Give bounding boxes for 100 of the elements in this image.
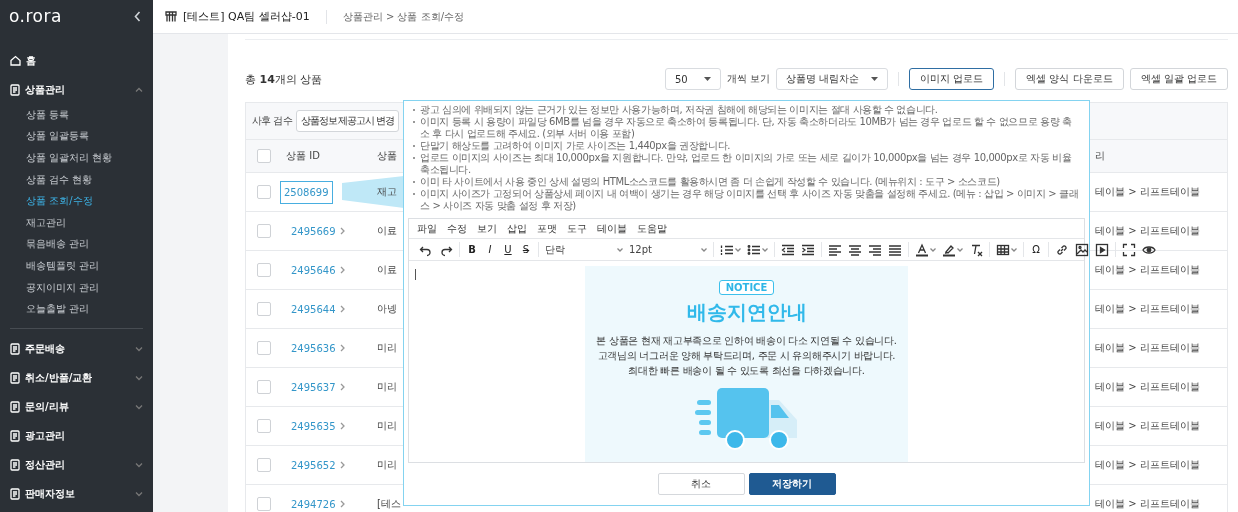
align-center-button[interactable] <box>848 242 862 257</box>
checkbox[interactable] <box>257 263 271 277</box>
table-button[interactable] <box>996 242 1017 257</box>
sidebar-subitem[interactable]: 재고관리 <box>10 211 143 234</box>
special-character-button[interactable]: Ω <box>1030 244 1042 255</box>
checkbox[interactable] <box>257 419 271 433</box>
sidebar-item[interactable]: 취소/반품/교환 <box>0 363 153 393</box>
chevron-right-icon <box>339 422 345 430</box>
logo[interactable]: o.rora <box>9 6 62 26</box>
page-size-dropdown[interactable]: 50 <box>664 68 721 90</box>
checkbox[interactable] <box>257 302 271 316</box>
sidebar-subitem[interactable]: 상품 검수 현황 <box>10 168 143 191</box>
outdent-icon <box>781 242 795 257</box>
format-button[interactable]: U <box>502 244 514 255</box>
caret-icon <box>701 247 707 252</box>
notice-change-button[interactable]: 상품정보제공고시 변경 <box>296 110 400 132</box>
format-button[interactable]: I <box>484 244 496 255</box>
checkbox[interactable] <box>257 458 271 472</box>
sidebar-subitem[interactable]: 배송템플릿 관리 <box>10 255 143 277</box>
table-cell-text: 테이블 > 리프트테이블 <box>1094 380 1201 394</box>
editor-menu-item[interactable]: 포맷 <box>537 221 557 236</box>
editor-menu-item[interactable]: 테이블 <box>597 221 627 236</box>
text-color-icon <box>915 242 929 257</box>
editor-menu-item[interactable]: 도구 <box>567 221 587 236</box>
chevron-right-icon <box>339 461 345 469</box>
align-justify-button[interactable] <box>888 242 902 257</box>
sidebar-subitem[interactable]: 상품 일괄처리 현황 <box>10 147 143 169</box>
document-icon <box>10 83 20 96</box>
checkbox[interactable] <box>257 224 271 238</box>
store-icon <box>165 11 177 22</box>
table-cell-text: 테이블 > 리프트테이블 <box>1094 341 1201 355</box>
sidebar-item[interactable]: 판매자정보 <box>0 479 153 509</box>
toolbar-button[interactable]: 엑셀 양식 다운로드 <box>1015 68 1124 90</box>
guideline-note: 이미 타 사이트에서 사용 중인 상세 설명의 HTML소스코드를 활용하시면 좀 더 손쉽게 작성할 수 있습니다. (메뉴위치 : 도구 > 소스코드) <box>412 176 1081 188</box>
editor-menu-item[interactable]: 파일 <box>417 221 437 236</box>
column-header: 상품 <box>376 149 398 163</box>
bullet-list-button[interactable] <box>747 242 768 257</box>
checkbox[interactable] <box>257 185 271 199</box>
checkbox[interactable] <box>257 497 271 511</box>
cancel-button[interactable]: 취소 <box>657 473 745 495</box>
align-right-button[interactable] <box>868 242 882 257</box>
sort-dropdown[interactable]: 상품명 내림차순 <box>776 68 889 90</box>
checkbox[interactable] <box>257 341 271 355</box>
table-cell-text: 미리 <box>376 419 398 433</box>
sidebar-item[interactable]: 광고관리 <box>0 421 153 451</box>
caret-icon <box>1011 247 1017 252</box>
caret-icon <box>617 247 623 252</box>
sidebar-subitem[interactable]: 상품 일괄등록 <box>10 125 143 148</box>
table-cell-text: 테이블 > 리프트테이블 <box>1094 263 1201 277</box>
table-cell-text: 테이블 > 리프트테이블 <box>1094 458 1201 472</box>
sidebar-item[interactable]: 정산관리 <box>0 450 153 480</box>
indent-button[interactable] <box>801 242 815 257</box>
outdent-button[interactable] <box>781 242 795 257</box>
indent-icon <box>801 242 815 257</box>
editor-menu-item[interactable]: 보기 <box>477 221 497 236</box>
text-color-button[interactable] <box>915 242 936 257</box>
sidebar-item[interactable]: 상품관리 <box>0 75 153 104</box>
editor-menu-item[interactable]: 삽입 <box>507 221 527 236</box>
sidebar-item[interactable]: 홈 <box>0 46 153 75</box>
document-icon <box>10 343 20 356</box>
checkbox[interactable] <box>257 149 271 163</box>
toolbar-button[interactable]: 엑셀 일괄 업로드 <box>1129 68 1228 90</box>
document-icon <box>10 459 20 472</box>
toolbar-button[interactable]: 이미지 업로드 <box>909 68 995 90</box>
media-button[interactable] <box>1095 242 1109 257</box>
checkbox[interactable] <box>257 380 271 394</box>
table-cell-text: 테이블 > 리프트테이블 <box>1094 224 1201 238</box>
editor-menu-item[interactable]: 수정 <box>447 221 467 236</box>
column-header: 리 <box>1094 149 1106 163</box>
caret-icon <box>871 77 879 81</box>
image-button[interactable] <box>1075 242 1089 257</box>
editor-menu-item[interactable]: 도움말 <box>637 221 667 236</box>
format-button[interactable]: B <box>466 244 478 255</box>
sidebar-subitem[interactable]: 상품 조회/수정 <box>10 190 143 212</box>
clear-format-button[interactable] <box>969 242 983 257</box>
format-button[interactable]: S <box>520 244 532 255</box>
notice-text: 고객님의 너그러운 양해 부탁드리며, 주문 시 유의해주시기 바랍니다. <box>596 349 897 363</box>
caret-icon <box>762 247 768 252</box>
sidebar-item[interactable]: 문의/리뷰 <box>0 392 153 422</box>
sidebar-subitem[interactable]: 오늘출발 관리 <box>10 298 143 320</box>
caret-icon <box>930 247 936 252</box>
chevron-left-icon <box>134 10 141 22</box>
block-format-dropdown[interactable]: 단락 <box>545 242 623 257</box>
table-cell-text: 재고 <box>376 185 398 199</box>
collapse-button[interactable] <box>134 10 141 22</box>
save-button[interactable]: 저장하기 <box>748 473 836 495</box>
sidebar-subitem[interactable]: 상품 등록 <box>10 104 143 126</box>
sidebar-subitem[interactable]: 묶음배송 관리 <box>10 233 143 256</box>
sidebar-subitem[interactable]: 공지이미지 관리 <box>10 276 143 299</box>
chevron-down-icon <box>135 346 143 352</box>
align-left-button[interactable] <box>828 242 842 257</box>
link-button[interactable] <box>1055 242 1069 257</box>
chevron-right-icon <box>339 500 345 508</box>
table-cell-text: 테이블 > 리프트테이블 <box>1094 497 1201 511</box>
align-center-icon <box>848 242 862 257</box>
fullscreen-button[interactable] <box>1122 242 1136 257</box>
sidebar-item[interactable]: 주문배송 <box>0 334 153 364</box>
review-label: 사후 검수 <box>252 114 293 128</box>
chevron-up-icon <box>135 87 143 92</box>
font-size-dropdown[interactable]: 12pt <box>629 244 707 255</box>
